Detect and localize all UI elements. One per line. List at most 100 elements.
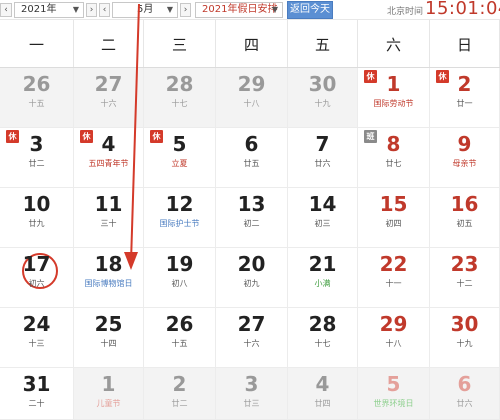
day-cell[interactable]: 12 国际护士节 — [144, 188, 216, 248]
day-cell[interactable]: 17 初六 — [0, 248, 74, 308]
day-cell[interactable]: 4 廿四 — [288, 368, 358, 420]
weekday-6: 六 — [358, 20, 430, 67]
day-number: 19 — [165, 252, 194, 276]
day-cell[interactable]: 休 1 国际劳动节 — [358, 68, 430, 128]
day-cell[interactable]: 7 廿六 — [288, 128, 358, 188]
day-cell[interactable]: 18 国际博物馆日 — [74, 248, 144, 308]
day-cell[interactable]: 30 十九 — [288, 68, 358, 128]
return-today-button[interactable]: 返回今天 — [287, 1, 333, 19]
day-cell[interactable]: 27 十六 — [216, 308, 288, 368]
day-cell[interactable]: 5 世界环境日 — [358, 368, 430, 420]
lunar-date: 廿三 — [243, 399, 260, 408]
day-cell[interactable]: 10 廿九 — [0, 188, 74, 248]
day-number: 27 — [237, 312, 266, 336]
lunar-date: 小满 — [314, 279, 331, 288]
day-number: 5 — [172, 132, 187, 156]
calendar-app: ‹ 2021年 ▼ › ‹ 5月 ▼ › 2021年假日安排 ▼ 返回今天 北京… — [0, 0, 500, 420]
lunar-date: 十九 — [314, 99, 331, 108]
lunar-date: 十四 — [100, 339, 117, 348]
lunar-date: 廿四 — [314, 399, 331, 408]
lunar-date: 十七 — [314, 339, 331, 348]
lunar-date: 十五 — [28, 99, 45, 108]
lunar-date: 廿二 — [28, 159, 45, 168]
month-select[interactable]: 5月 ▼ — [112, 2, 178, 18]
day-cell[interactable]: 2 廿二 — [144, 368, 216, 420]
day-cell[interactable]: 15 初四 — [358, 188, 430, 248]
day-cell[interactable]: 9 母亲节 — [430, 128, 500, 188]
day-number: 5 — [386, 372, 401, 396]
day-cell[interactable]: 休 5 立夏 — [144, 128, 216, 188]
lunar-date: 廿九 — [28, 219, 45, 228]
day-number: 26 — [165, 312, 194, 336]
day-cell[interactable]: 31 二十 — [0, 368, 74, 420]
day-cell[interactable]: 13 初二 — [216, 188, 288, 248]
lunar-date: 十八 — [243, 99, 260, 108]
day-cell[interactable]: 14 初三 — [288, 188, 358, 248]
day-cell[interactable]: 21 小满 — [288, 248, 358, 308]
day-cell[interactable]: 休 3 廿二 — [0, 128, 74, 188]
day-cell[interactable]: 30 十九 — [430, 308, 500, 368]
prev-month-button[interactable]: ‹ — [99, 3, 110, 17]
day-cell[interactable]: 26 十五 — [144, 308, 216, 368]
day-number: 14 — [308, 192, 337, 216]
day-cell[interactable]: 休 4 五四青年节 — [74, 128, 144, 188]
year-select[interactable]: 2021年 ▼ — [14, 2, 84, 18]
day-number: 2 — [172, 372, 187, 396]
lunar-date: 立夏 — [171, 159, 188, 168]
holiday-schedule-select[interactable]: 2021年假日安排 ▼ — [195, 2, 283, 18]
weekday-1: 一 — [0, 20, 74, 67]
day-number: 29 — [237, 72, 266, 96]
day-number: 12 — [165, 192, 194, 216]
day-cell[interactable]: 6 廿五 — [216, 128, 288, 188]
day-cell[interactable]: 22 十一 — [358, 248, 430, 308]
lunar-date: 十六 — [243, 339, 260, 348]
next-year-button[interactable]: › — [86, 3, 97, 17]
day-number: 16 — [450, 192, 479, 216]
beijing-time-label: 北京时间 — [387, 7, 424, 17]
lunar-date: 五四青年节 — [88, 159, 129, 168]
day-cell[interactable]: 26 十五 — [0, 68, 74, 128]
day-number: 17 — [22, 252, 51, 276]
lunar-date: 初四 — [385, 219, 402, 228]
day-cell[interactable]: 19 初八 — [144, 248, 216, 308]
lunar-date: 十八 — [385, 339, 402, 348]
lunar-date: 初五 — [456, 219, 473, 228]
day-cell[interactable]: 25 十四 — [74, 308, 144, 368]
day-cell[interactable]: 11 三十 — [74, 188, 144, 248]
day-number: 4 — [315, 372, 330, 396]
day-cell[interactable]: 1 儿童节 — [74, 368, 144, 420]
lunar-date: 廿二 — [171, 399, 188, 408]
day-number: 30 — [308, 72, 337, 96]
prev-year-button[interactable]: ‹ — [0, 3, 12, 17]
day-number: 6 — [244, 132, 259, 156]
lunar-date: 十九 — [456, 339, 473, 348]
lunar-date: 国际博物馆日 — [84, 279, 133, 288]
day-cell[interactable]: 28 十七 — [144, 68, 216, 128]
day-cell[interactable]: 29 十八 — [216, 68, 288, 128]
day-number: 20 — [237, 252, 266, 276]
holiday-schedule-value: 2021年假日安排 — [202, 4, 278, 15]
day-cell[interactable]: 28 十七 — [288, 308, 358, 368]
day-cell[interactable]: 3 廿三 — [216, 368, 288, 420]
day-cell[interactable]: 20 初九 — [216, 248, 288, 308]
day-cell[interactable]: 27 十六 — [74, 68, 144, 128]
day-number: 25 — [94, 312, 123, 336]
chevron-left-icon: ‹ — [102, 5, 107, 15]
day-cell[interactable]: 6 廿六 — [430, 368, 500, 420]
caret-down-icon: ▼ — [166, 5, 173, 14]
day-number: 13 — [237, 192, 266, 216]
next-month-button[interactable]: › — [180, 3, 191, 17]
lunar-date: 十五 — [171, 339, 188, 348]
day-cell[interactable]: 29 十八 — [358, 308, 430, 368]
lunar-date: 初六 — [28, 279, 45, 288]
day-cell[interactable]: 休 2 廿一 — [430, 68, 500, 128]
day-cell[interactable]: 24 十三 — [0, 308, 74, 368]
day-number: 29 — [379, 312, 408, 336]
day-cell[interactable]: 16 初五 — [430, 188, 500, 248]
day-cell[interactable]: 班 8 廿七 — [358, 128, 430, 188]
day-cell[interactable]: 23 十二 — [430, 248, 500, 308]
lunar-date: 儿童节 — [96, 399, 121, 408]
year-select-value: 2021年 — [21, 4, 57, 15]
month-select-value: 5月 — [137, 4, 154, 15]
day-number: 4 — [101, 132, 116, 156]
